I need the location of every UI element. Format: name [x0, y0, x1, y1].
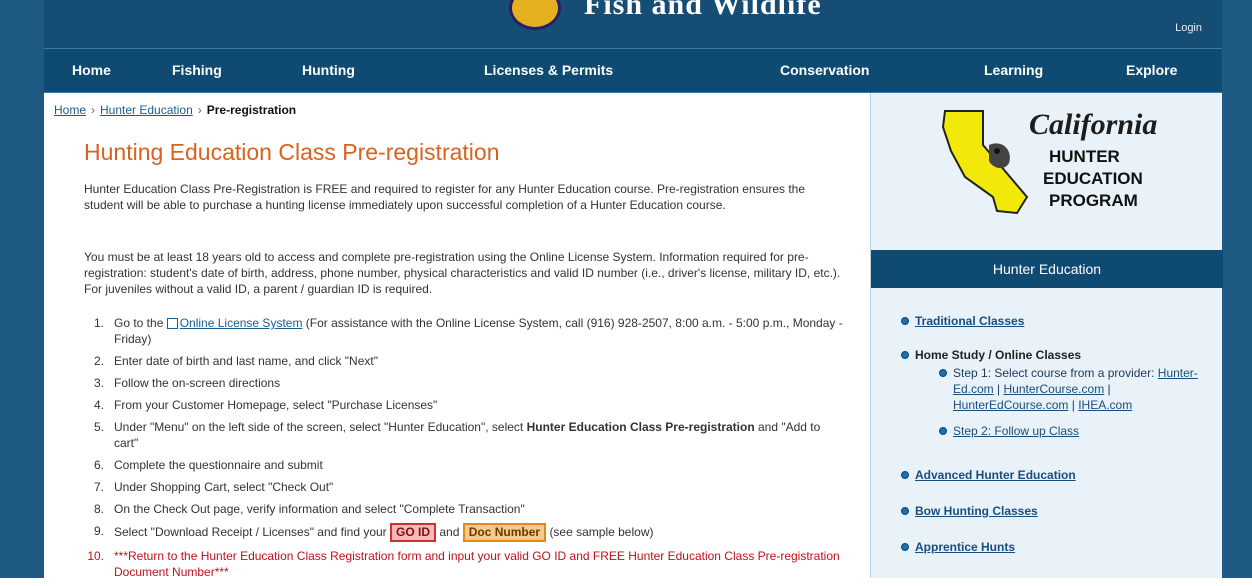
bullet-icon [901, 471, 909, 479]
provider-link-hunteredcourse[interactable]: HunterEdCourse.com [953, 398, 1068, 412]
nav-fishing[interactable]: Fishing [172, 62, 222, 78]
list-item: 8. On the Check Out page, verify informat… [93, 502, 525, 516]
list-item: 10. ***Return to the Hunter Education Cla… [87, 549, 840, 579]
breadcrumb-current: Pre-registration [206, 103, 297, 117]
list-item: 4. From your Customer Homepage, select "P… [93, 398, 438, 412]
breadcrumb-hunter-education[interactable]: Hunter Education [100, 103, 193, 117]
sidebar-header: Hunter Education [871, 250, 1223, 288]
intro-paragraph: Hunter Education Class Pre-Registration … [84, 182, 806, 212]
external-link-icon [166, 318, 178, 330]
sidebar-item-advanced-hunter-education: Advanced Hunter Education [901, 467, 1076, 483]
login-link[interactable]: Login [1175, 22, 1202, 34]
list-item: 7. Under Shopping Cart, select "Check Out… [93, 480, 334, 494]
left-page-border [0, 0, 44, 578]
step2-link[interactable]: Step 2: Follow up Class [953, 424, 1079, 438]
main-nav: Home Fishing Hunting Licenses & Permits … [44, 48, 1222, 93]
online-license-system-link[interactable]: Online License System [180, 316, 303, 330]
bullet-icon [901, 317, 909, 325]
right-page-border [1222, 0, 1252, 578]
requirements-paragraph: You must be at least 18 years old to acc… [84, 250, 841, 296]
sidebar-subitem-step1: Step 1: Select course from a provider: H… [939, 365, 1211, 413]
apprentice-hunts-link[interactable]: Apprentice Hunts [915, 540, 1015, 554]
steps-list: 1. Go to the Online License System (For … [84, 315, 844, 586]
go-id-badge: GO ID [390, 523, 437, 542]
list-item: 2. Enter date of birth and last name, and… [93, 354, 378, 368]
logo-text-california: California [1029, 108, 1158, 141]
bullet-icon [901, 351, 909, 359]
list-item: 1. Go to the Online License System (For … [93, 316, 843, 346]
breadcrumb-separator: › [197, 103, 202, 117]
bullet-icon [939, 427, 947, 435]
top-banner: Fish and Wildlife Login [44, 0, 1222, 48]
breadcrumb-separator: › [91, 103, 96, 117]
nav-hunting[interactable]: Hunting [302, 62, 355, 78]
list-item: 5. Under "Menu" on the left side of the … [93, 420, 821, 450]
list-item: 6. Complete the questionnaire and submit [93, 458, 323, 472]
doc-number-badge: Doc Number [462, 523, 547, 542]
sidebar: California HUNTER EDUCATION PROGRAM Hunt… [870, 93, 1223, 578]
hunter-education-logo: California HUNTER EDUCATION PROGRAM [931, 105, 1171, 217]
logo-text-hunter: HUNTER [1049, 147, 1120, 166]
page-title: Hunting Education Class Pre-registration [84, 139, 500, 165]
nav-explore[interactable]: Explore [1126, 62, 1177, 78]
breadcrumb: Home › Hunter Education › Pre-registration [54, 103, 296, 117]
bow-hunting-classes-link[interactable]: Bow Hunting Classes [915, 504, 1038, 518]
agency-seal-icon [509, 0, 561, 30]
california-map-icon [941, 110, 1029, 215]
bullet-icon [901, 543, 909, 551]
main-content: Home › Hunter Education › Pre-registration H… [44, 93, 870, 579]
sidebar-subitem-step2: Step 2: Follow up Class [939, 423, 1079, 439]
logo-text-education: EDUCATION [1043, 169, 1143, 188]
provider-link-huntercourse[interactable]: HunterCourse.com [1003, 382, 1104, 396]
nav-home[interactable]: Home [72, 62, 111, 78]
advanced-hunter-education-link[interactable]: Advanced Hunter Education [915, 468, 1076, 482]
bullet-icon [939, 369, 947, 377]
logo-text-program: PROGRAM [1049, 191, 1138, 210]
provider-link-ihea[interactable]: IHEA.com [1078, 398, 1132, 412]
bullet-icon [901, 507, 909, 515]
nav-licenses-permits[interactable]: Licenses & Permits [484, 62, 613, 78]
banner-title: Fish and Wildlife [584, 0, 822, 21]
sidebar-item-home-study: Home Study / Online Classes [901, 347, 1081, 363]
sidebar-item-apprentice-hunts: Apprentice Hunts [901, 539, 1015, 555]
list-item: 3. Follow the on-screen directions [93, 376, 281, 390]
sidebar-item-traditional-classes: Traditional Classes [901, 313, 1024, 329]
traditional-classes-link[interactable]: Traditional Classes [915, 314, 1024, 328]
sidebar-item-bow-hunting: Bow Hunting Classes [901, 503, 1038, 519]
nav-learning[interactable]: Learning [984, 62, 1043, 78]
sidebar-header-title: Hunter Education [992, 261, 1102, 277]
breadcrumb-home[interactable]: Home [54, 103, 86, 117]
list-item: 9. Select "Download Receipt / Licenses" … [84, 523, 844, 542]
nav-conservation[interactable]: Conservation [780, 62, 869, 78]
page: Fish and Wildlife Login Home Fishing Hun… [0, 0, 1252, 579]
